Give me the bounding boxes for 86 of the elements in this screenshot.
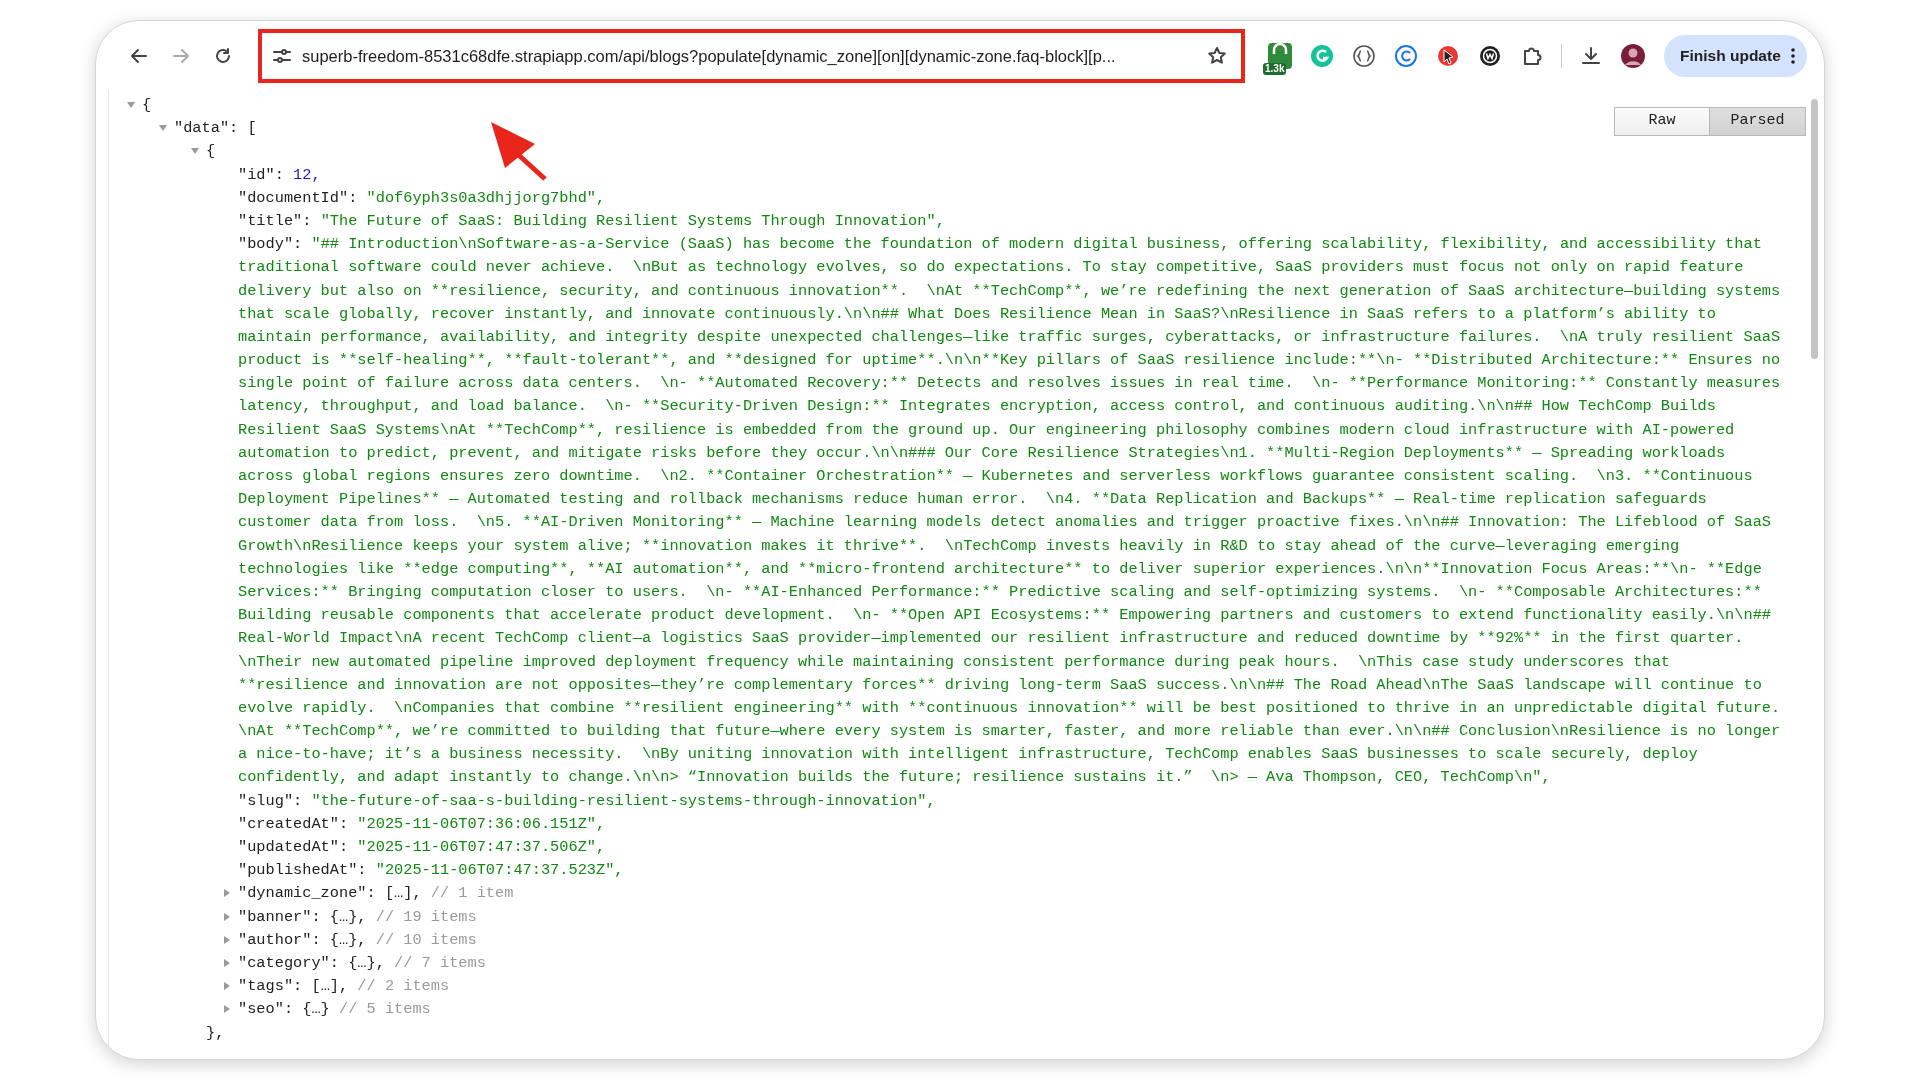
json-key: "id": [238, 165, 284, 184]
json-key: "body": [238, 235, 303, 254]
string-value-line: that scale globally, recover instantly, and innovate continuously.\n\n## What Does Resilience Mean in SaaS?\nResilience in SaaS refers to a platform’s ability to [238, 304, 1716, 323]
json-key: "publishedAt": [238, 861, 367, 880]
string-value-line: evolve rapidly. \nCompanies that combine **resilient engineering** with **continuous innovation** will be best positioned to thrive in an unpredictable digital future. [238, 698, 1781, 717]
reload-icon[interactable] [214, 47, 232, 65]
collapsed-value: […], [384, 884, 422, 903]
string-value: "dof6yph3s0a3dhjjorg7bhd", [366, 188, 606, 207]
collapsed-value: […], [311, 977, 349, 996]
string-value-line: Services:** Bringing computation closer to users. \n- **AI-Enhanced Performance:** Predictive scaling and self-optimizing systems. \n- **Composable Architectures:** [238, 582, 1762, 601]
string-value-line: maintain performance, availability, and integrity despite unexpected challenges—like traffic surges, cyberattacks, or infrastructure failures. \nA truly resilient SaaS [238, 327, 1781, 346]
number-value: 12, [293, 165, 321, 184]
download-icon[interactable] [1580, 45, 1602, 67]
string-value-line: Real-World Impact\nA recent TechComp client—a logistics SaaS provider—implemented our resilient infrastructure and reduced downtime by **92%** in the first quarter. [238, 629, 1744, 648]
bracket: }, [206, 1023, 225, 1042]
expand-toggle-icon[interactable] [222, 1004, 232, 1015]
expand-toggle-icon[interactable] [222, 981, 232, 992]
json-key: "updatedAt": [238, 838, 349, 856]
string-value-line: confidently, and adapt instantly to change.\n\n> “Innovation builds the future; resilience sustains it.” \n> — Ava Thompson, CEO, TechComp\n", [238, 768, 1551, 787]
string-value-line: single point of failure across data centers. \n- **Automated Recovery:** Detects and resolves issues in real time. \n- **Performance Monitoring:** Constantly measures [238, 374, 1781, 393]
bracket: { [206, 142, 216, 161]
json-key: "seo": [238, 1000, 294, 1019]
string-value-line: automation to predict, prevent, and mitigate risks before they occur.\n\n### Our Core Resilience Strategies\n1. **Multi-Region Deployments** — Spreading workloads [238, 443, 1726, 462]
string-value-line: product is **self-healing**, **fault-tolerant**, and **designed for uptime**.\n\n**Key pillars of SaaS resilience include:**\n- **Distributed Architecture:** Ensures no [238, 351, 1781, 370]
json-key: "author": [238, 930, 321, 949]
json-key: "banner": [238, 907, 321, 926]
collapsed-value: {…} [302, 1000, 330, 1019]
string-value-line: **resilience and innovation are not opposites—they’re complementary forces** driving long-term SaaS success.\n\n## The Road Ahead\nThe SaaS landscape will continue to [238, 675, 1762, 694]
avatar-icon[interactable] [1620, 43, 1646, 69]
item-count-comment: // 5 items [339, 1000, 431, 1019]
collapse-toggle-icon[interactable] [126, 99, 136, 110]
item-count-comment: // 19 items [375, 907, 477, 926]
string-value-line: Growth\nResilience keeps your system alive; **innovation makes it thrive**. \nTechComp invests heavily in R&D to stay ahead of the curve—leveraging emerging [238, 536, 1680, 555]
expand-toggle-icon[interactable] [222, 934, 232, 945]
json-key: "category": [238, 953, 339, 972]
string-value-line: delivery but also on **resilience, security, and continuous innovation**. \nAt **TechComp**, we’re redefining the next generation of SaaS architecture—building systems [238, 281, 1781, 300]
string-value-line: \nAt **TechComp**, we’re committed to building that future—where every system is smarter, faster, and more reliable than ever.\n\n## Conclusion\nResilience is no longer [238, 722, 1781, 741]
collapsed-value: {…}, [329, 930, 367, 949]
string-value: "2025-11-06T07:36:06.151Z", [357, 814, 606, 833]
site-settings-icon[interactable] [272, 47, 292, 65]
string-value-line: latency, throughput, and load balance. \n- **Security-Driven Design:** Integrates encryption, access control, and continuous auditing.\n\n## How TechComp Builds [238, 397, 1716, 416]
json-key: "slug": [238, 791, 303, 810]
json-key: "dynamic_zone": [238, 884, 376, 903]
expand-toggle-icon[interactable] [222, 888, 232, 899]
string-value-line: customer data from loss. \n5. **AI-Driven Monitoring** — Machine learning models detect anomalies and trigger proactive fixes.\n\n## Innovation: The Lifeblood of SaaS [238, 513, 1771, 532]
collapsed-value: {…}, [348, 953, 385, 972]
expand-toggle-icon[interactable] [222, 911, 232, 922]
string-value: "the-future-of-saa-s-building-resilient-systems-through-innovation", [311, 791, 936, 810]
bracket: { [142, 96, 152, 114]
mode-tab[interactable]: Raw [1614, 107, 1710, 136]
collapsed-value: {…}, [329, 907, 367, 926]
string-value: "2025-11-06T07:47:37.506Z", [357, 838, 606, 856]
item-count-comment: // 2 items [357, 977, 450, 996]
bracket: [ [247, 119, 257, 138]
update-button[interactable]: Finish update [1664, 35, 1807, 77]
scrollbar[interactable] [1811, 99, 1818, 359]
string-value-line: across global regions ensures zero downtime. \n2. **Container Orchestration** — Kubernetes and serverless workflows guarantee consistent scaling. \n3. **Continuous [238, 467, 1753, 485]
json-key: "title": [238, 211, 312, 230]
forward-icon[interactable] [172, 47, 190, 65]
extension-icon[interactable] [1352, 44, 1376, 68]
string-value-line: traditional software could never achieve. \nBut as technology evolves, so do expectations. To stay competitive, SaaS providers must focus not only on rapid feature [238, 258, 1744, 277]
string-value-line: Resilient SaaS Systems\nAt **TechComp**, resilience is embedded from the ground up. Our engineering philosophy combines modern cloud infrastructure with AI-powered [238, 420, 1735, 439]
json-key: "createdAt": [238, 814, 349, 833]
more-icon[interactable] [1790, 48, 1795, 64]
expand-toggle-icon[interactable] [222, 957, 232, 968]
json-key: "tags": [238, 977, 303, 996]
string-value-line: "## Introduction\nSoftware-as-a-Service (SaaS) has become the foundation of modern digital business, offering scalability, flexibility, and accessibility that [311, 235, 1762, 254]
json-key: "documentId": [238, 188, 358, 207]
json-key: "data": [174, 119, 239, 138]
extension-icon[interactable] [1478, 44, 1502, 68]
back-icon[interactable] [130, 47, 148, 65]
item-count-comment: // 7 items [394, 953, 486, 972]
string-value-line: Deployment Pipelines** — Automated testing and rollback mechanisms reduce human error. \n4. **Data Replication and Backups** — Real-time replication safeguards [238, 490, 1707, 509]
string-value: "2025-11-06T07:47:37.523Z", [375, 861, 624, 880]
string-value: "The Future of SaaS: Building Resilient Systems Through Innovation", [320, 211, 945, 230]
string-value-line: technologies like **edge computing**, **AI automation**, and **micro-frontend architecture** to deliver superior experiences.\n\n**Innovation Focus Areas:**\n- **Edge [238, 559, 1762, 578]
string-value-line: Building reusable components that accelerate product development. \n- **Open API Ecosystems:** Empowering partners and customers to extend functionality easily.\n\n## [238, 606, 1771, 625]
string-value-line: a nice-to-have; it’s a business necessity. \nBy uniting innovation with intelligent infrastructure, TechComp enables SaaS businesses to scale securely, deploy [238, 745, 1698, 764]
extension-icon[interactable] [1436, 44, 1460, 68]
puzzle-icon[interactable] [1521, 45, 1543, 67]
string-value-line: \nTheir new automated pipeline improved deployment frequency while maintaining consistent performance during peak hours. \nThis case study underscores that [238, 652, 1671, 671]
extension-badge: 1.3k [1263, 63, 1287, 75]
item-count-comment: // 10 items [375, 930, 477, 949]
mode-tab[interactable]: Parsed [1710, 107, 1806, 136]
item-count-comment: // 1 item [430, 884, 514, 903]
bookmark-star-icon[interactable] [1207, 46, 1227, 66]
